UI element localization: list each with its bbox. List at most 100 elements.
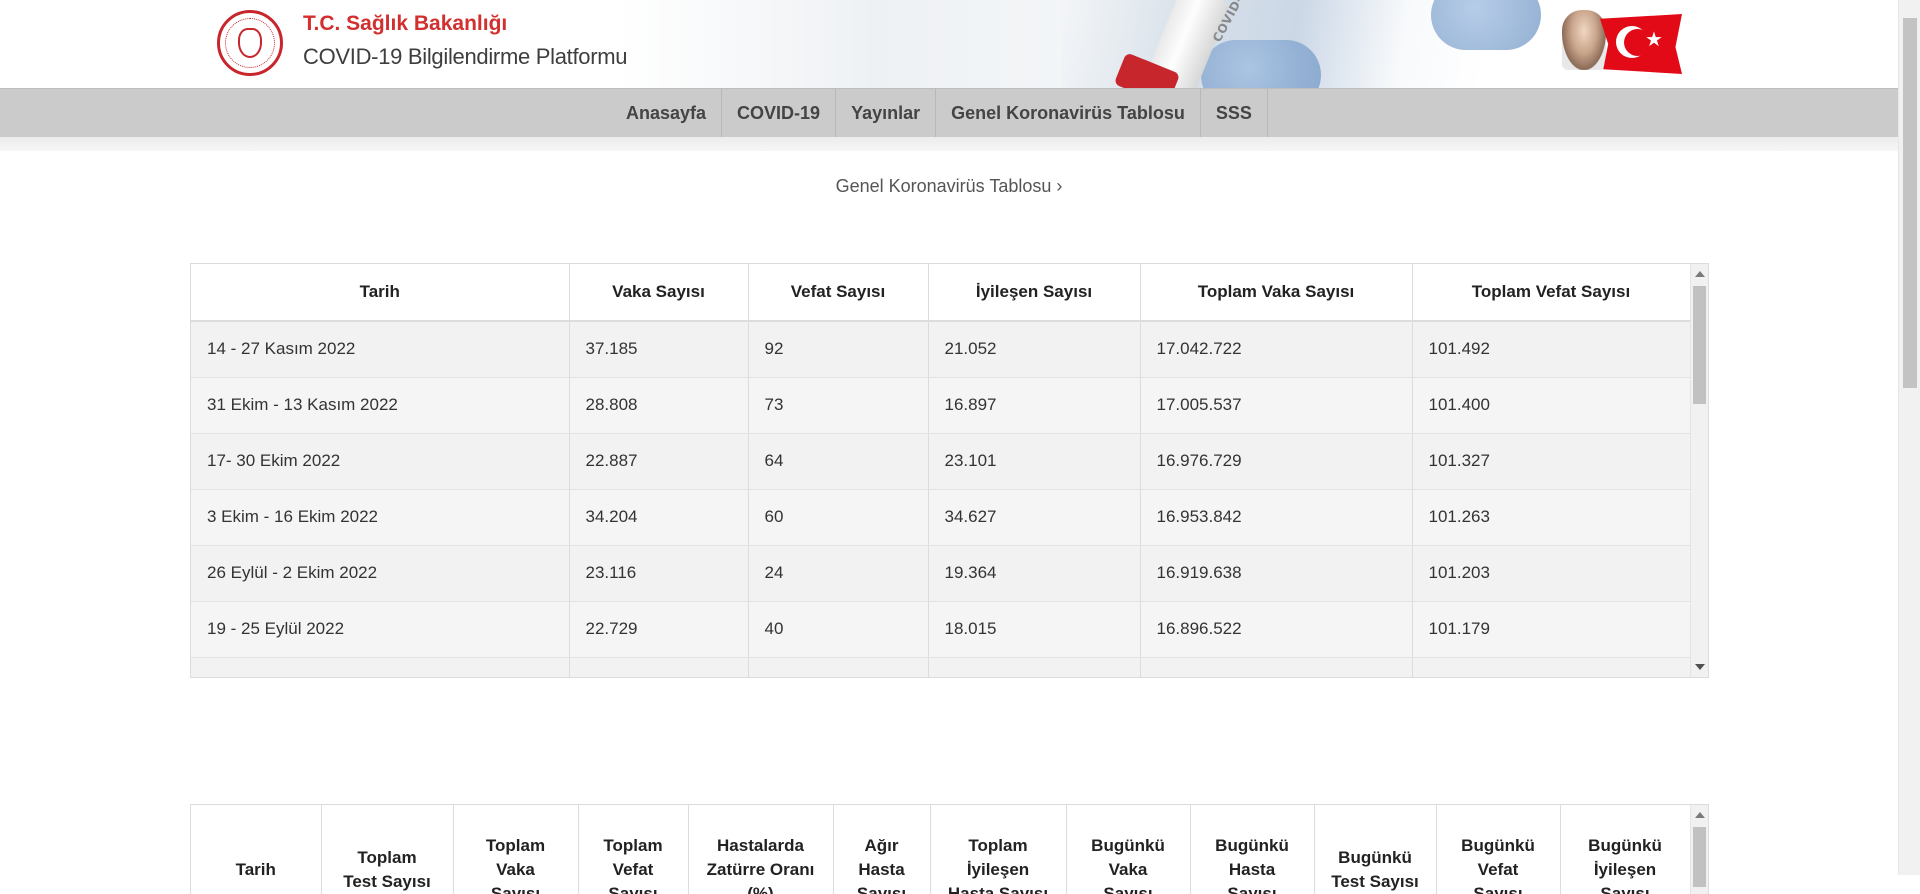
table-row[interactable]: 17- 30 Ekim 202222.8876423.10116.976.729… <box>191 433 1690 489</box>
table-cell: 16.919.638 <box>1140 545 1412 601</box>
column-header[interactable]: BugünküHastaSayısı <box>1190 805 1314 894</box>
ministry-logo-icon[interactable] <box>217 10 283 76</box>
column-header-vaka-sayisi[interactable]: Vaka Sayısı <box>569 264 748 321</box>
nav-item-sss[interactable]: SSS <box>1200 89 1268 138</box>
table-cell <box>1412 657 1690 678</box>
glove-image <box>1201 40 1321 88</box>
column-header[interactable]: ToplamTest Sayısı <box>321 805 453 894</box>
column-header[interactable]: ToplamİyileşenHasta Sayısı <box>930 805 1066 894</box>
table-cell: 101.179 <box>1412 601 1690 657</box>
table-cell: 101.492 <box>1412 321 1690 377</box>
column-header-line: Sayısı <box>579 882 688 894</box>
table-cell: 17- 30 Ekim 2022 <box>191 433 569 489</box>
scroll-thumb[interactable] <box>1693 286 1706 404</box>
nav-item-yayinlar[interactable]: Yayınlar <box>835 89 935 138</box>
ministry-title[interactable]: T.C. Sağlık Bakanlığı <box>303 12 507 36</box>
table-cell: 14 - 27 Kasım 2022 <box>191 321 569 377</box>
table-cell: 101.263 <box>1412 489 1690 545</box>
table-scrollbar[interactable] <box>1690 805 1708 894</box>
table-cell: 60 <box>748 489 928 545</box>
page-scroll-thumb[interactable] <box>1903 18 1917 388</box>
column-header-line: Toplam <box>579 834 688 858</box>
column-header-line: Bugünkü <box>1067 834 1190 858</box>
table-cell: 101.203 <box>1412 545 1690 601</box>
column-header-line: Vaka <box>454 858 578 882</box>
column-header-vefat-sayisi[interactable]: Vefat Sayısı <box>748 264 928 321</box>
column-header[interactable]: HastalardaZatürre Oranı(%) <box>688 805 833 894</box>
scroll-thumb[interactable] <box>1693 827 1706 887</box>
column-header-line: Sayısı <box>454 882 578 894</box>
scroll-down-arrow-icon[interactable] <box>1695 664 1705 670</box>
column-header-line: Sayısı <box>1561 882 1690 894</box>
column-header[interactable]: AğırHastaSayısı <box>833 805 930 894</box>
table-cell: 19 - 25 Eylül 2022 <box>191 601 569 657</box>
table-cell: 64 <box>748 433 928 489</box>
column-header[interactable]: ToplamVakaSayısı <box>453 805 578 894</box>
column-header-line: Bugünkü <box>1191 834 1314 858</box>
column-header-toplam-vaka-sayisi[interactable]: Toplam Vaka Sayısı <box>1140 264 1412 321</box>
column-header-line: Test Sayısı <box>1315 870 1436 894</box>
table-cell: 21.052 <box>928 321 1140 377</box>
column-header-line: Bugünkü <box>1437 834 1560 858</box>
table-cell: 22.887 <box>569 433 748 489</box>
ataturk-portrait-image <box>1562 10 1606 70</box>
nav-item-genel-koronavirus-tablosu[interactable]: Genel Koronavirüs Tablosu <box>935 89 1200 138</box>
main-nav: Anasayfa COVID-19 Yayınlar Genel Koronav… <box>0 88 1898 138</box>
breadcrumb[interactable]: Genel Koronavirüs Tablosu › <box>0 176 1898 197</box>
table-cell: 19.364 <box>928 545 1140 601</box>
column-header[interactable]: ToplamVefatSayısı <box>578 805 688 894</box>
column-header[interactable]: BugünküVefatSayısı <box>1436 805 1560 894</box>
column-header[interactable]: Tarih <box>191 805 321 894</box>
table-cell: 16.897 <box>928 377 1140 433</box>
column-header-line: Vefat <box>1437 858 1560 882</box>
table-cell: 18.015 <box>928 601 1140 657</box>
table-row[interactable]: 19 - 25 Eylül 202222.7294018.01516.896.5… <box>191 601 1690 657</box>
table-cell: 23.101 <box>928 433 1140 489</box>
column-header[interactable]: BugünküTest Sayısı <box>1314 805 1436 894</box>
table-cell: 101.327 <box>1412 433 1690 489</box>
column-header-line: (%) <box>689 882 833 894</box>
table-cell: 101.400 <box>1412 377 1690 433</box>
table-row[interactable]: 26 Eylül - 2 Ekim 202223.1162419.36416.9… <box>191 545 1690 601</box>
nav-item-anasayfa[interactable]: Anasayfa <box>611 89 721 138</box>
table-row[interactable]: 31 Ekim - 13 Kasım 202228.8087316.89717.… <box>191 377 1690 433</box>
table-scrollbar[interactable] <box>1690 264 1708 677</box>
table-row[interactable]: 3 Ekim - 16 Ekim 202234.2046034.62716.95… <box>191 489 1690 545</box>
column-header-iyilesen-sayisi[interactable]: İyileşen Sayısı <box>928 264 1140 321</box>
table-cell: 17.042.722 <box>1140 321 1412 377</box>
column-header-line: Hasta <box>1191 858 1314 882</box>
table-cell <box>1140 657 1412 678</box>
table-cell: 73 <box>748 377 928 433</box>
column-header-line: Sayısı <box>1191 882 1314 894</box>
table-row[interactable]: 14 - 27 Kasım 202237.1859221.05217.042.7… <box>191 321 1690 377</box>
column-header[interactable]: BugünküİyileşenSayısı <box>1560 805 1690 894</box>
column-header-line: Hastalarda <box>689 834 833 858</box>
column-header-line: Tarih <box>191 858 321 882</box>
column-header-toplam-vefat-sayisi[interactable]: Toplam Vefat Sayısı <box>1412 264 1690 321</box>
column-header-line: Toplam <box>931 834 1066 858</box>
scroll-up-arrow-icon[interactable] <box>1695 271 1705 277</box>
column-header-tarih[interactable]: Tarih <box>191 264 569 321</box>
column-header[interactable]: BugünküVakaSayısı <box>1066 805 1190 894</box>
nav-shadow <box>0 137 1898 151</box>
scroll-up-arrow-icon[interactable] <box>1695 812 1705 818</box>
caduceus-icon <box>238 28 262 58</box>
table-cell <box>569 657 748 678</box>
table-row[interactable] <box>191 657 1690 678</box>
column-header-line: Toplam <box>322 846 453 870</box>
table-cell: 40 <box>748 601 928 657</box>
daily-covid-table[interactable]: TarihToplamTest SayısıToplamVakaSayısıTo… <box>190 804 1709 894</box>
table-cell: 34.627 <box>928 489 1140 545</box>
weekly-covid-table[interactable]: Tarih Vaka Sayısı Vefat Sayısı İyileşen … <box>190 263 1709 678</box>
table-cell: 37.185 <box>569 321 748 377</box>
column-header-line: Sayısı <box>1067 882 1190 894</box>
platform-title[interactable]: COVID-19 Bilgilendirme Platformu <box>303 44 627 70</box>
column-header-line: Bugünkü <box>1561 834 1690 858</box>
page-scrollbar[interactable] <box>1898 0 1920 875</box>
nav-item-covid-19[interactable]: COVID-19 <box>721 89 835 138</box>
table-cell: 24 <box>748 545 928 601</box>
column-header-line: Hasta <box>834 858 930 882</box>
glove-image <box>1431 0 1541 50</box>
table-cell: 17.005.537 <box>1140 377 1412 433</box>
column-header-line: Zatürre Oranı <box>689 858 833 882</box>
